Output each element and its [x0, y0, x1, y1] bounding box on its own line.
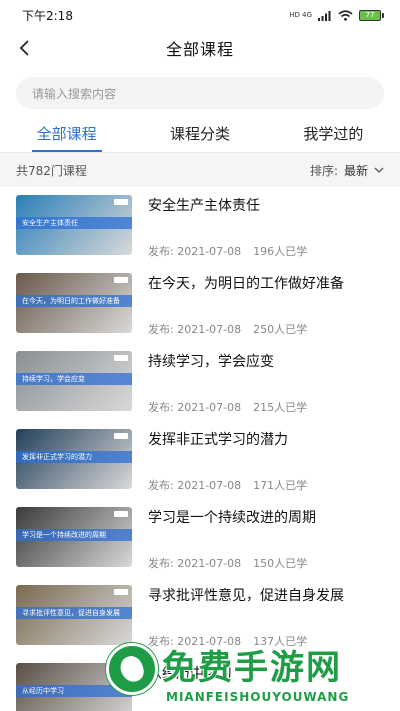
search-placeholder: 请输入搜索内容 — [32, 86, 117, 101]
learner-count: 250人已学 — [253, 323, 308, 336]
publish-date: 发布: 2021-07-08 — [148, 479, 242, 492]
thumbnail-caption: 持续学习，学会应变 — [16, 372, 132, 385]
publish-date: 发布: 2021-07-08 — [148, 245, 242, 258]
thumbnail-logo — [114, 511, 128, 517]
course-title: 寻求批评性意见，促进自身发展 — [148, 588, 344, 604]
thumbnail-logo — [114, 589, 128, 595]
status-time: 下午2:18 — [22, 8, 73, 23]
course-thumbnail: 寻求批评性意见，促进自身发展 — [16, 585, 132, 645]
thumbnail-logo — [114, 355, 128, 361]
course-title: 安全生产主体责任 — [148, 198, 260, 214]
course-item[interactable]: 学习是一个持续改进的周期 学习是一个持续改进的周期 发布: 2021-07-08… — [16, 499, 384, 577]
status-bar: 下午2:18 HD 4G 77 — [0, 0, 400, 30]
tab-course-categories[interactable]: 课程分类 — [133, 115, 266, 152]
course-info: 安全生产主体责任 发布: 2021-07-08 196人已学 — [148, 195, 384, 265]
course-info: 寻求批评性意见，促进自身发展 发布: 2021-07-08 137人已学 — [148, 585, 384, 655]
course-item[interactable]: 从经历中学习 从经历中学习 发布: 2021-07-08 120人已学 — [16, 655, 384, 711]
learner-count: 171人已学 — [253, 479, 308, 492]
thumbnail-caption: 学习是一个持续改进的周期 — [16, 528, 132, 541]
course-thumbnail: 从经历中学习 — [16, 663, 132, 711]
thumbnail-logo — [114, 433, 128, 439]
battery-icon: 77 — [359, 9, 384, 21]
course-list: 安全生产主体责任 安全生产主体责任 发布: 2021-07-08 196人已学 … — [0, 187, 400, 711]
search-container: 请输入搜索内容 — [0, 66, 400, 109]
status-icons: HD 4G 77 — [289, 9, 384, 21]
course-title: 在今天，为明日的工作做好准备 — [148, 276, 344, 292]
course-thumbnail: 持续学习，学会应变 — [16, 351, 132, 411]
course-meta: 发布: 2021-07-08 150人已学 — [148, 555, 384, 571]
wifi-icon — [338, 9, 353, 21]
course-count: 共782门课程 — [16, 163, 87, 178]
course-info: 在今天，为明日的工作做好准备 发布: 2021-07-08 250人已学 — [148, 273, 384, 343]
search-input[interactable]: 请输入搜索内容 — [16, 77, 384, 109]
thumbnail-caption: 从经历中学习 — [16, 684, 132, 697]
course-thumbnail: 发挥非正式学习的潜力 — [16, 429, 132, 489]
thumbnail-logo — [114, 277, 128, 283]
sort-dropdown[interactable]: 最新 — [344, 162, 384, 179]
chevron-left-icon — [19, 40, 29, 56]
learner-count: 196人已学 — [253, 245, 308, 258]
course-item[interactable]: 持续学习，学会应变 持续学习，学会应变 发布: 2021-07-08 215人已… — [16, 343, 384, 421]
course-thumbnail: 学习是一个持续改进的周期 — [16, 507, 132, 567]
course-info: 发挥非正式学习的潜力 发布: 2021-07-08 171人已学 — [148, 429, 384, 499]
learner-count: 137人已学 — [253, 635, 308, 648]
course-info: 从经历中学习 发布: 2021-07-08 120人已学 — [148, 663, 384, 711]
filter-row: 共782门课程 排序: 最新 — [0, 153, 400, 187]
course-item[interactable]: 安全生产主体责任 安全生产主体责任 发布: 2021-07-08 196人已学 — [16, 187, 384, 265]
course-title: 从经历中学习 — [148, 666, 232, 682]
course-title: 持续学习，学会应变 — [148, 354, 274, 370]
thumbnail-logo — [114, 199, 128, 205]
learner-count: 150人已学 — [253, 557, 308, 570]
course-meta: 发布: 2021-07-08 250人已学 — [148, 321, 384, 337]
thumbnail-caption: 寻求批评性意见，促进自身发展 — [16, 606, 132, 619]
battery-level: 77 — [359, 9, 381, 21]
course-item[interactable]: 在今天，为明日的工作做好准备 在今天，为明日的工作做好准备 发布: 2021-0… — [16, 265, 384, 343]
learner-count: 215人已学 — [253, 401, 308, 414]
tab-my-learned[interactable]: 我学过的 — [267, 115, 400, 152]
back-button[interactable] — [12, 36, 36, 60]
course-title: 发挥非正式学习的潜力 — [148, 432, 288, 448]
course-info: 持续学习，学会应变 发布: 2021-07-08 215人已学 — [148, 351, 384, 421]
course-info: 学习是一个持续改进的周期 发布: 2021-07-08 150人已学 — [148, 507, 384, 577]
thumbnail-caption: 安全生产主体责任 — [16, 216, 132, 229]
thumbnail-caption: 在今天，为明日的工作做好准备 — [16, 294, 132, 307]
course-meta: 发布: 2021-07-08 196人已学 — [148, 243, 384, 259]
network-type-label: HD 4G — [289, 10, 312, 19]
sort-label: 排序: — [309, 163, 338, 178]
nav-bar: 全部课程 — [0, 30, 400, 66]
tab-all-courses[interactable]: 全部课程 — [0, 115, 133, 152]
course-meta: 发布: 2021-07-08 171人已学 — [148, 477, 384, 493]
publish-date: 发布: 2021-07-08 — [148, 401, 242, 414]
publish-date: 发布: 2021-07-08 — [148, 635, 242, 648]
course-meta: 发布: 2021-07-08 215人已学 — [148, 399, 384, 415]
course-title: 学习是一个持续改进的周期 — [148, 510, 316, 526]
sort-control[interactable]: 排序: 最新 — [310, 162, 384, 179]
signal-icon — [318, 10, 331, 21]
publish-date: 发布: 2021-07-08 — [148, 557, 242, 570]
chevron-down-icon — [374, 167, 384, 173]
thumbnail-logo — [114, 667, 128, 673]
course-item[interactable]: 寻求批评性意见，促进自身发展 寻求批评性意见，促进自身发展 发布: 2021-0… — [16, 577, 384, 655]
page-title: 全部课程 — [165, 40, 234, 59]
thumbnail-caption: 发挥非正式学习的潜力 — [16, 450, 132, 463]
course-thumbnail: 安全生产主体责任 — [16, 195, 132, 255]
course-item[interactable]: 发挥非正式学习的潜力 发挥非正式学习的潜力 发布: 2021-07-08 171… — [16, 421, 384, 499]
course-meta: 发布: 2021-07-08 137人已学 — [148, 633, 384, 649]
publish-date: 发布: 2021-07-08 — [148, 323, 242, 336]
sort-value: 最新 — [343, 163, 368, 178]
tab-bar: 全部课程 课程分类 我学过的 — [0, 115, 400, 153]
course-thumbnail: 在今天，为明日的工作做好准备 — [16, 273, 132, 333]
